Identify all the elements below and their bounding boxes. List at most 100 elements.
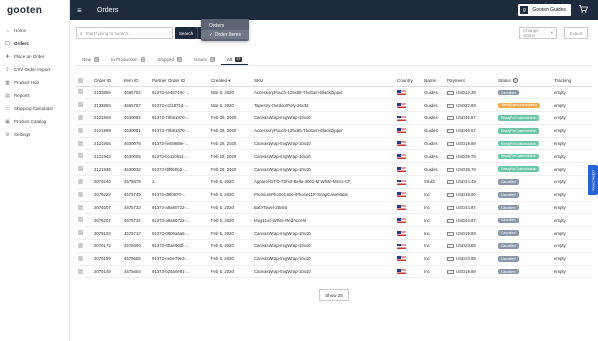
order-id: 2121930 — [92, 162, 122, 177]
tracking: empty — [552, 252, 592, 266]
table-row[interactable]: 2133856 4665782 91373-ce48749c-... Mar 6, 2… — [76, 86, 592, 100]
column-header[interactable]: Country — [395, 76, 422, 87]
nav-icon: ⌂ — [5, 27, 10, 34]
column-header[interactable]: Order ID — [92, 76, 122, 87]
status-cell: Cancelled — [496, 252, 552, 266]
row-checkbox[interactable] — [78, 166, 83, 172]
country-cell — [395, 149, 422, 164]
table-row[interactable]: 2079207 4575733 91373-a8a80722-... Feb 5, 2… — [76, 201, 592, 215]
row-checkbox[interactable] — [78, 217, 83, 223]
row-checkbox[interactable] — [78, 268, 83, 274]
table-row[interactable]: 2079149 4575654 91373-b26a0e81-... Feb 5, 2… — [76, 265, 592, 279]
orders-table: Order ID Item ID Partner Order ID Created ▾… — [76, 76, 592, 279]
tracking: empty — [552, 149, 592, 164]
column-header[interactable]: Created ▾ — [209, 76, 252, 87]
sku: Tapestry-OutdoorPoly-26x36 — [252, 98, 395, 113]
table-row[interactable]: 2079172 4575690 91373-85ae96df-... Feb 5, 2… — [76, 239, 592, 253]
customer-name: Inc — [422, 265, 445, 279]
hamburger-menu-icon[interactable]: ≡ — [77, 6, 87, 15]
tab-in-production[interactable]: In Production 0 — [105, 54, 151, 65]
tab-all[interactable]: All 25 — [220, 54, 248, 65]
payment-amount: USD46.67 — [456, 128, 476, 134]
search-button[interactable]: Search — [175, 27, 197, 39]
table-row[interactable]: 2079222 4575749 91373-d9f0670-... Feb 5, 20… — [76, 188, 592, 202]
table-row[interactable]: 2079240 4575879 1 Feb 5, 2020 Apparel-DTG-TS… — [76, 175, 592, 189]
column-header[interactable]: Name — [422, 76, 445, 87]
nav-icon: ⇪ — [5, 66, 10, 73]
table-row[interactable]: 2121943 4630055 91373-b1110911-... Feb 28, … — [76, 149, 592, 164]
row-checkbox[interactable] — [78, 153, 83, 159]
table-row[interactable]: 2121969 4630091 91373-70b81370-... Feb 28, … — [76, 124, 592, 138]
row-checkbox-cell — [76, 252, 92, 266]
sort-desc-icon[interactable]: ▾ — [227, 78, 230, 83]
row-checkbox-cell — [76, 124, 92, 138]
row-checkbox[interactable] — [78, 114, 83, 120]
row-checkbox[interactable] — [78, 102, 83, 108]
customer-name: Inc — [422, 201, 445, 215]
sidebar-item-shipping-calculator[interactable]: ▭ Shipping Calculator — [0, 102, 69, 115]
need-help-button[interactable]: Need Help? — [588, 165, 598, 195]
sidebar-item-place-an-order[interactable]: ✚ Place an Order — [0, 50, 69, 63]
table-row[interactable]: 2079193 4575717 91373-0806a6a5-... Feb 5, 2… — [76, 226, 592, 241]
row-checkbox[interactable] — [78, 89, 83, 95]
sku: Mug11oz-White-RedAccent — [252, 213, 395, 228]
order-id: 2121969 — [92, 124, 122, 138]
order-id: 2133855 — [92, 98, 122, 113]
sidebar-item-reports[interactable]: ▤ Reports — [0, 89, 69, 102]
column-header-label: Created — [211, 77, 228, 83]
column-header[interactable]: Payment — [445, 76, 496, 87]
sidebar-item-home[interactable]: ⌂ Home — [0, 24, 69, 37]
column-header[interactable]: Partner Order ID — [150, 76, 209, 87]
tab-new[interactable]: New 0 — [76, 54, 105, 65]
column-header[interactable]: SKU — [252, 76, 395, 87]
row-checkbox[interactable] — [78, 242, 83, 248]
row-checkbox-cell — [76, 213, 92, 228]
row-checkbox[interactable] — [78, 140, 83, 146]
sidebar-item-csv-order-import[interactable]: ⇪ CSV Order Import — [0, 63, 69, 76]
sidebar-item-orders[interactable]: ☐ Orders — [0, 37, 69, 50]
sidebar-item-settings[interactable]: ⚙ Settings — [0, 128, 69, 141]
user-account-button[interactable]: g Gooten Guides — [518, 4, 571, 16]
sidebar-item-product-hub[interactable]: ▦ Product Hub — [0, 76, 69, 89]
sidebar-item-product-catalog[interactable]: ▣ Product Catalog — [0, 115, 69, 128]
search-input[interactable]: ⌕ Start typing to search... — [76, 27, 173, 39]
column-header-label: Payment — [447, 78, 465, 84]
row-checkbox[interactable] — [78, 204, 83, 210]
tab-issues[interactable]: Issues 0 — [188, 54, 221, 65]
tab-shipped[interactable]: Shipped 0 — [151, 54, 187, 65]
table-row[interactable]: 2133855 4665757 91373-e1f1871d-... Mar 6, 2… — [76, 98, 592, 113]
column-header[interactable]: Tracking — [552, 76, 592, 87]
customer-name: Guides — [422, 137, 445, 151]
customer-name: Inc — [422, 188, 445, 202]
column-header[interactable]: Item ID — [122, 76, 150, 87]
column-header[interactable]: Status? — [496, 76, 552, 87]
table-row[interactable]: 2079207 4575732 91373-a8a80722-... Feb 5, 2… — [76, 213, 592, 228]
row-checkbox[interactable] — [78, 230, 83, 236]
row-checkbox[interactable] — [78, 178, 83, 184]
table-row[interactable]: 2121969 4630092 91373-70b81370-... Feb 28, … — [76, 111, 592, 125]
dropdown-option[interactable]: ✓ Order Items — [201, 30, 249, 39]
change-status-select[interactable]: Change status ▾ — [519, 27, 557, 39]
status-cell: Cancelled — [496, 175, 552, 189]
sku: CanvasWrap-ImgWrap-10x10 — [252, 265, 395, 279]
row-checkbox[interactable] — [78, 191, 83, 197]
table-row[interactable]: 2121930 4630032 91373-f8f9b0b2-... Feb 28, … — [76, 162, 592, 177]
country-cell — [395, 201, 422, 215]
row-checkbox[interactable] — [78, 127, 83, 133]
export-button[interactable]: Export — [564, 27, 588, 39]
payment-cell: USD39.78 — [445, 149, 496, 164]
cart-icon[interactable] — [579, 5, 588, 15]
column-header — [76, 76, 92, 87]
select-all-checkbox[interactable] — [78, 77, 83, 83]
partner-order-id: 91373-70b81370-... — [150, 124, 209, 138]
table-row[interactable]: 2121955 4630075 91373-fe65988e-... Feb 28, … — [76, 137, 592, 151]
search-icon: ⌕ — [80, 30, 83, 36]
table-row[interactable]: 2079159 4575668 91373-ee5e79e3-... Feb 5, 2… — [76, 252, 592, 266]
gooten-logo[interactable]: gooten — [0, 0, 69, 20]
row-checkbox[interactable] — [78, 255, 83, 261]
help-icon[interactable]: ? — [512, 78, 518, 84]
payment-amount: USD19.89 — [456, 230, 476, 236]
created-date: Feb 5, 2020 — [209, 226, 252, 241]
show-count-button[interactable]: Show 25 — [319, 289, 349, 301]
dropdown-option[interactable]: Orders — [201, 21, 249, 30]
